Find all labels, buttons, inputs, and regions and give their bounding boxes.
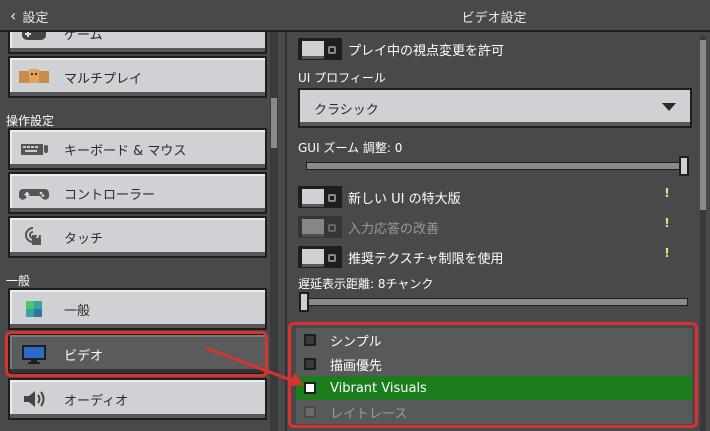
- texture-limit-toggle[interactable]: [298, 246, 342, 268]
- render-distance-handle[interactable]: [299, 292, 309, 312]
- sidebar-item-label: コントローラー: [64, 187, 156, 203]
- info-icon[interactable]: !: [662, 186, 672, 200]
- new-ui-toggle-row[interactable]: 新しい UI の特大版: [298, 186, 461, 208]
- ui-profile-label: UI プロフィール: [298, 71, 386, 85]
- page-title: ビデオ設定: [461, 10, 527, 26]
- sidebar-item-label: マルチプレイ: [64, 71, 143, 87]
- ui-profile-value: クラシック: [314, 102, 379, 118]
- perspective-toggle-row[interactable]: プレイ中の視点変更を許可: [298, 38, 504, 60]
- sidebar-item-label: ゲーム: [64, 32, 103, 43]
- back-button[interactable]: ‹ 設定: [4, 4, 54, 28]
- sidebar-item-game[interactable]: ゲーム: [8, 32, 267, 54]
- graphics-mode-highlight-frame: [288, 322, 698, 428]
- sidebar-item-general[interactable]: 一般: [8, 288, 267, 330]
- sidebar-item-label: 一般: [64, 303, 91, 319]
- section-header-controls: 操作設定: [6, 114, 55, 128]
- info-icon[interactable]: !: [662, 246, 672, 260]
- sidebar-item-label: キーボード & マウス: [64, 143, 187, 159]
- back-label: 設定: [22, 10, 49, 26]
- perspective-toggle-label: プレイ中の視点変更を許可: [348, 43, 505, 59]
- sidebar-item-label: オーディオ: [64, 393, 129, 409]
- touch-icon: [18, 225, 50, 249]
- gamepad-icon: [18, 181, 50, 205]
- sidebar-item-keyboard-mouse[interactable]: キーボード & マウス: [8, 128, 267, 170]
- info-icon[interactable]: !: [662, 216, 672, 230]
- section-header-general: 一般: [6, 274, 31, 288]
- perspective-toggle[interactable]: [298, 38, 342, 60]
- texture-limit-toggle-label: 推奨テクスチャ制限を使用: [348, 251, 504, 267]
- annotation-arrow-icon: [205, 346, 304, 386]
- sidebar-item-controller[interactable]: コントローラー: [8, 172, 267, 214]
- panel-scrollbar[interactable]: [700, 40, 706, 210]
- gui-zoom-handle[interactable]: [679, 156, 689, 176]
- gui-zoom-slider[interactable]: [306, 162, 688, 170]
- texture-limit-toggle-row[interactable]: 推奨テクスチャ制限を使用: [298, 246, 503, 268]
- render-distance-slider[interactable]: [306, 298, 688, 306]
- speaker-icon: [18, 387, 50, 411]
- new-ui-toggle[interactable]: [298, 186, 342, 208]
- sidebar-item-label: タッチ: [64, 231, 104, 247]
- input-response-toggle-row: 入力応答の改善: [298, 216, 439, 238]
- keyboard-icon: [18, 137, 50, 161]
- globe-icon: [18, 297, 50, 321]
- sidebar-item-multiplayer[interactable]: マルチプレイ: [8, 56, 267, 98]
- gui-zoom-label: GUI ズーム 調整: 0: [298, 141, 403, 155]
- render-distance-label: 遅延表示距離: 8チャンク: [298, 277, 434, 291]
- caret-down-icon: [662, 103, 676, 111]
- input-response-toggle: [298, 216, 342, 238]
- top-bar: ‹ 設定 ビデオ設定: [0, 0, 710, 32]
- chevron-left-icon: ‹: [10, 6, 17, 25]
- new-ui-toggle-label: 新しい UI の特大版: [348, 191, 461, 207]
- sidebar-scrollbar[interactable]: [271, 98, 277, 148]
- ui-profile-dropdown[interactable]: クラシック: [298, 88, 692, 128]
- input-response-toggle-label: 入力応答の改善: [348, 221, 440, 237]
- multiplayer-icon: [18, 65, 50, 89]
- controller-icon: [18, 32, 50, 45]
- sidebar-item-touch[interactable]: タッチ: [8, 216, 267, 258]
